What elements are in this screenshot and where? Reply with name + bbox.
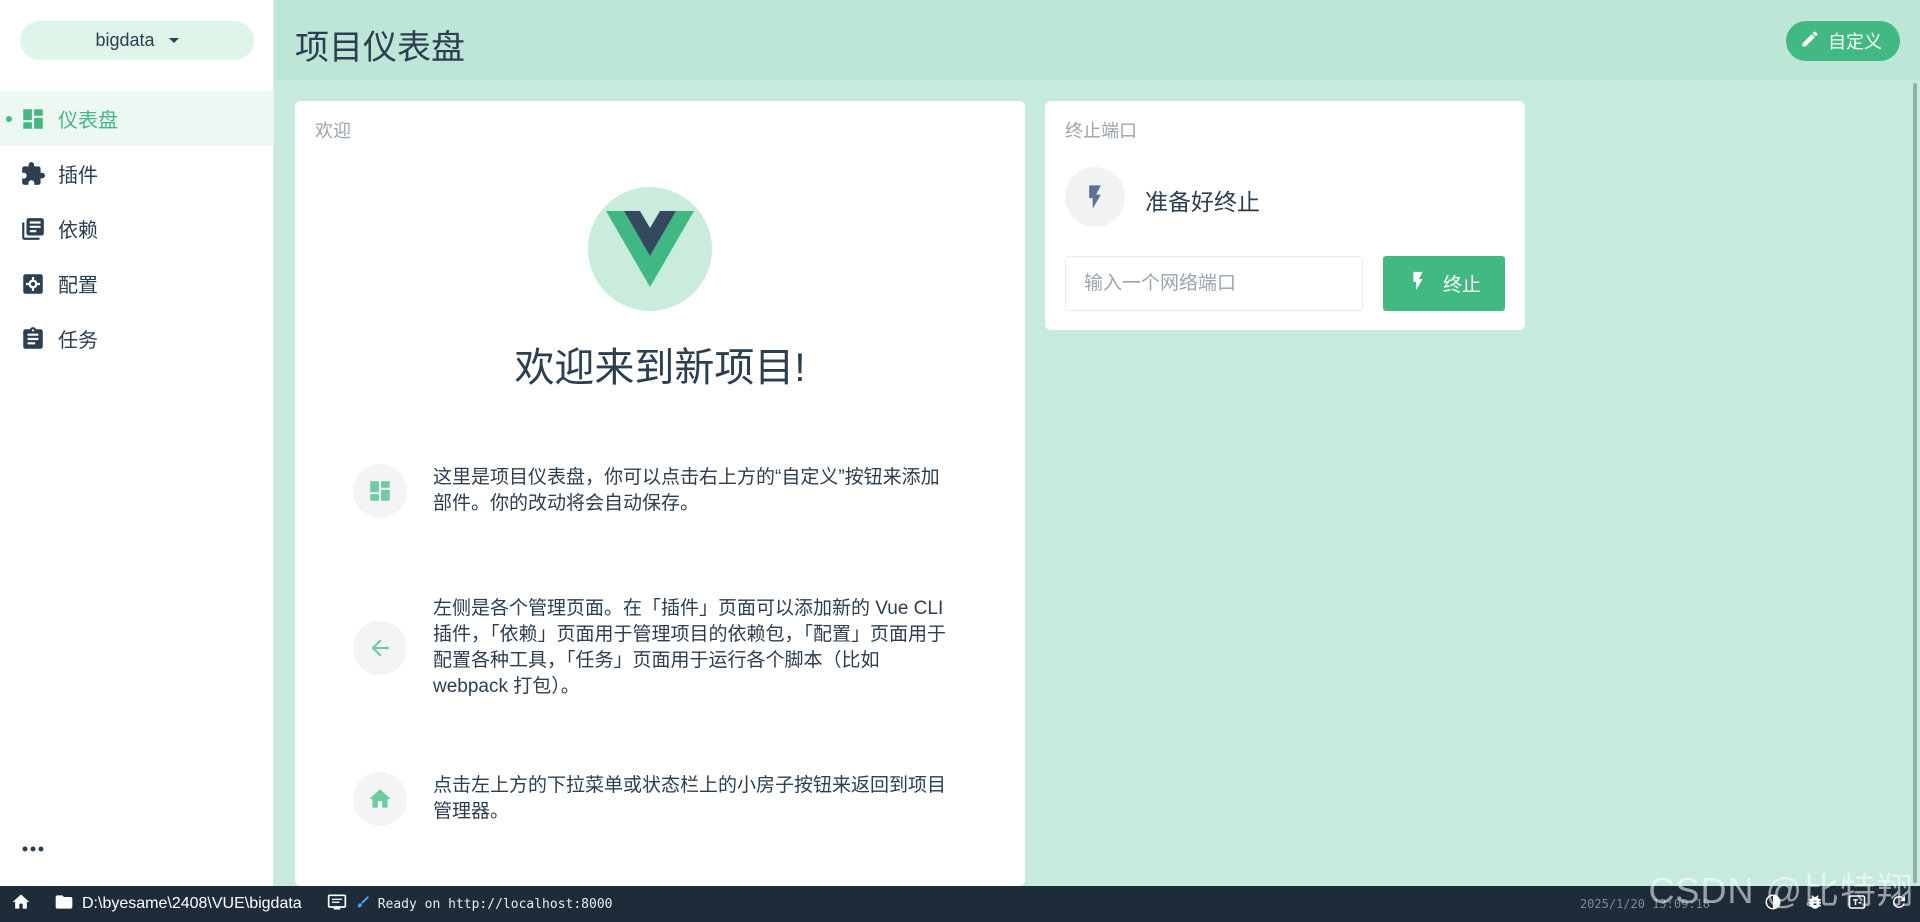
status-bar-right: 2025/1/20 13:09:18 (1580, 886, 1920, 922)
edit-icon (1800, 29, 1820, 54)
flash-icon (1407, 270, 1429, 298)
page-header: 项目仪表盘 自定义 (275, 0, 1920, 80)
assignment-icon (20, 326, 46, 352)
page-title: 项目仪表盘 (295, 29, 465, 67)
welcome-tip: 这里是项目仪表盘，你可以点击右上方的“自定义”按钮来添加部件。你的改动将会自动保… (353, 464, 973, 518)
kill-button[interactable]: 终止 (1383, 256, 1505, 311)
sidebar-item-label: 插件 (58, 165, 98, 187)
project-select-dropdown[interactable]: bigdata (20, 21, 254, 60)
translate-button[interactable] (1836, 886, 1878, 922)
port-input[interactable] (1065, 256, 1363, 311)
home-icon (11, 892, 31, 917)
sidebar-item-configuration[interactable]: 配置 (0, 256, 274, 311)
welcome-tip: 左侧是各个管理页面。在「插件」页面可以添加新的 Vue CLI 插件，「依赖」页… (353, 596, 973, 700)
library-books-icon (20, 216, 46, 242)
project-name: bigdata (95, 30, 155, 50)
sidebar-item-plugins[interactable]: 插件 (0, 146, 274, 201)
kill-button-label: 终止 (1442, 275, 1481, 296)
welcome-widget: 欢迎 欢迎来到新项目! 这里是项目仪表盘，你可以点击右上方的“自定义”按钮来添加… (295, 101, 1025, 886)
puzzle-icon (20, 161, 46, 187)
console-icon (326, 892, 348, 917)
translate-icon (1848, 893, 1866, 916)
console-log-button[interactable]: Ready on http://localhost:8000 (316, 886, 623, 922)
welcome-heading: 欢迎来到新项目! (514, 346, 806, 390)
sidebar-item-tasks[interactable]: 任务 (0, 311, 274, 366)
sidebar: bigdata 仪表盘 插件 依赖 配置 任务 (0, 0, 274, 886)
bug-icon (1806, 893, 1824, 916)
status-time: 2025/1/20 13:09:18 (1579, 897, 1710, 911)
caret-down-icon (168, 38, 179, 43)
welcome-tip-text: 左侧是各个管理页面。在「插件」页面可以添加新的 Vue CLI 插件，「依赖」页… (433, 598, 947, 697)
project-path-button[interactable]: D:\byesame\2408\VUE\bigdata (42, 886, 316, 922)
welcome-tip-text: 这里是项目仪表盘，你可以点击右上方的“自定义”按钮来添加部件。你的改动将会自动保… (433, 467, 940, 514)
welcome-tip: 点击左上方的下拉菜单或状态栏上的小房子按钮来返回到项目管理器。 (353, 772, 973, 826)
brush-icon (356, 895, 370, 914)
status-message: Ready on http://localhost:8000 (377, 896, 613, 912)
report-bug-button[interactable] (1794, 886, 1836, 922)
dashboard-icon (353, 464, 407, 518)
home-button[interactable] (0, 886, 42, 922)
sidebar-nav: 仪表盘 插件 依赖 配置 任务 (0, 91, 274, 366)
dashboard-icon (20, 106, 46, 132)
more-horizontal-icon[interactable] (20, 836, 46, 862)
sidebar-item-label: 任务 (58, 330, 98, 352)
sidebar-item-label: 配置 (58, 275, 98, 297)
project-path: D:\byesame\2408\VUE\bigdata (82, 895, 302, 912)
widget-title: 终止端口 (1065, 121, 1137, 141)
folder-icon (54, 892, 74, 917)
customize-button-label: 自定义 (1828, 32, 1882, 52)
settings-icon (20, 271, 46, 297)
sidebar-item-label: 依赖 (58, 220, 98, 242)
sidebar-item-dashboard[interactable]: 仪表盘 (0, 91, 274, 146)
kill-port-widget: 终止端口 准备好终止 终止 (1045, 101, 1525, 330)
contrast-icon (1764, 893, 1782, 916)
refresh-icon (1890, 893, 1908, 916)
arrow-back-icon (353, 621, 407, 675)
scrollbar[interactable] (1913, 83, 1917, 883)
welcome-tip-text: 点击左上方的下拉菜单或状态栏上的小房子按钮来返回到项目管理器。 (433, 775, 947, 822)
kill-port-status: 准备好终止 (1145, 189, 1260, 215)
dark-mode-toggle[interactable] (1752, 886, 1794, 922)
flash-icon (1065, 167, 1125, 227)
widget-title: 欢迎 (315, 121, 351, 141)
vue-logo (588, 187, 712, 311)
refresh-button[interactable] (1878, 886, 1920, 922)
sidebar-item-dependencies[interactable]: 依赖 (0, 201, 274, 256)
status-bar: D:\byesame\2408\VUE\bigdata Ready on htt… (0, 886, 1920, 922)
home-icon (353, 772, 407, 826)
sidebar-item-label: 仪表盘 (58, 110, 118, 132)
customize-button[interactable]: 自定义 (1786, 21, 1900, 61)
